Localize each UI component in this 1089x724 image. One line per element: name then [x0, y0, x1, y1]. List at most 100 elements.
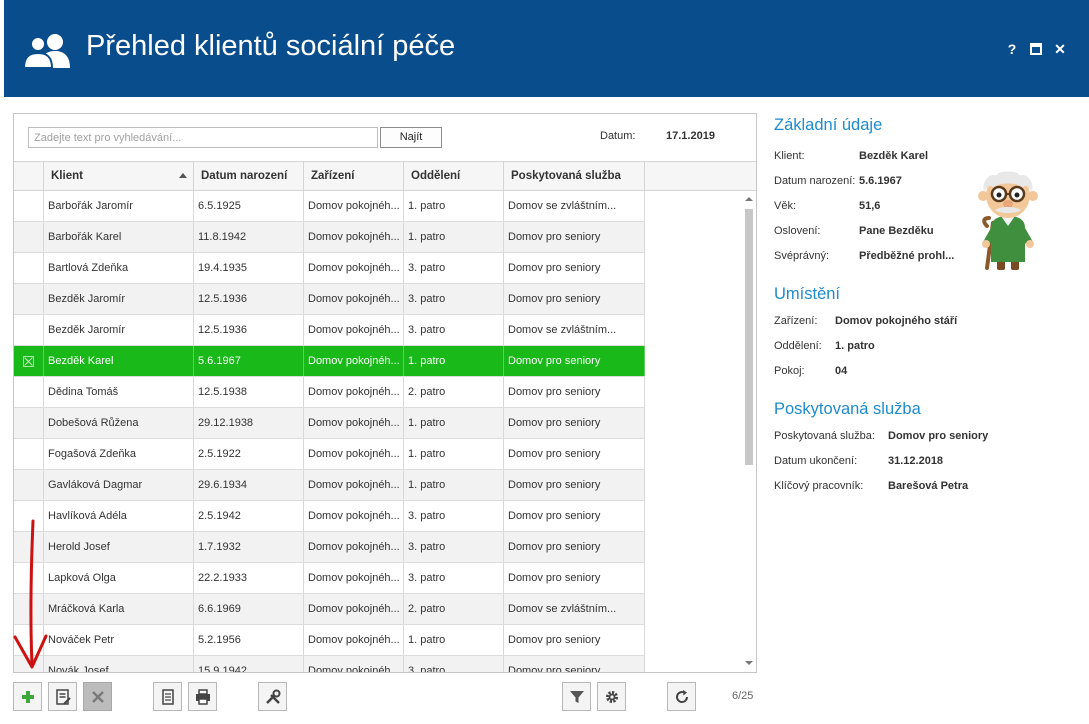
client-cell: Herold Josef: [44, 532, 194, 562]
table-row[interactable]: Mráčková Karla 6.6.1969 Domov pokojnéh... 2…: [14, 594, 645, 625]
client-value: Bezděk Karel: [859, 150, 929, 162]
refresh-button[interactable]: [667, 682, 696, 711]
table-row[interactable]: Bezděk Karel 5.6.1967 Domov pokojnéh... 1. …: [14, 346, 645, 377]
add-button[interactable]: [13, 682, 42, 711]
row-indicator[interactable]: [14, 470, 44, 500]
table-row[interactable]: Dobešová Růžena 29.12.1938 Domov pokojnéh.…: [14, 408, 645, 439]
table-row[interactable]: Fogašová Zdeňka 2.5.1922 Domov pokojnéh...…: [14, 439, 645, 470]
row-indicator[interactable]: [14, 284, 44, 314]
document-button[interactable]: [153, 682, 182, 711]
department-cell: 1. patro: [404, 408, 504, 438]
client-cell: Bezděk Jaromír: [44, 315, 194, 345]
birthdate-cell: 29.6.1934: [194, 470, 304, 500]
service-cell: Domov se zvláštním...: [504, 191, 645, 221]
table-row[interactable]: Bartlová Zdeňka 19.4.1935 Domov pokojnéh..…: [14, 253, 645, 284]
row-indicator[interactable]: [14, 439, 44, 469]
column-header-service[interactable]: Poskytovaná služba: [504, 162, 645, 191]
print-icon: [196, 689, 210, 705]
annotation-arrow-icon: [13, 519, 48, 669]
row-indicator[interactable]: [14, 377, 44, 407]
client-cell: Bartlová Zdeňka: [44, 253, 194, 283]
delete-button[interactable]: [83, 682, 112, 711]
settings-button[interactable]: [597, 682, 626, 711]
row-indicator[interactable]: [14, 315, 44, 345]
table-row[interactable]: Dědina Tomáš 12.5.1938 Domov pokojnéh... 2.…: [14, 377, 645, 408]
table-row[interactable]: Gavláková Dagmar 29.6.1934 Domov pokojnéh.…: [14, 470, 645, 501]
table-row[interactable]: Barbořák Jaromír 6.5.1925 Domov pokojnéh..…: [14, 191, 645, 222]
facility-cell: Domov pokojnéh...: [304, 191, 404, 221]
birthdate-cell: 12.5.1936: [194, 315, 304, 345]
maximize-icon: [1030, 43, 1042, 55]
room-value: 04: [835, 365, 848, 377]
birthdate-value: 5.6.1967: [859, 175, 902, 187]
filter-icon: [570, 691, 584, 703]
row-indicator[interactable]: [14, 346, 44, 376]
service-cell: Domov pro seniory: [504, 408, 645, 438]
service-cell: Domov se zvláštním...: [504, 315, 645, 345]
client-cell: Dobešová Růžena: [44, 408, 194, 438]
scroll-thumb[interactable]: [745, 209, 753, 465]
tools-button[interactable]: [258, 682, 287, 711]
table-row[interactable]: Herold Josef 1.7.1932 Domov pokojnéh... 3. …: [14, 532, 645, 563]
placement-heading: Umístění: [774, 285, 841, 303]
find-button[interactable]: Najít: [380, 127, 442, 148]
department-cell: 3. patro: [404, 315, 504, 345]
vertical-scrollbar[interactable]: [742, 191, 756, 672]
document-icon: [162, 689, 174, 705]
column-header-client[interactable]: Klient: [44, 162, 194, 191]
table-row[interactable]: Bezděk Jaromír 12.5.1936 Domov pokojnéh...…: [14, 284, 645, 315]
tools-icon: [266, 689, 281, 704]
client-grid-panel: Najít Datum: 17.1.2019 Klient Datum naro…: [13, 113, 757, 673]
column-header-label: Klient: [51, 170, 83, 182]
column-header-birthdate[interactable]: Datum narození: [194, 162, 304, 191]
key-worker-value: Barešová Petra: [888, 480, 969, 492]
salutation-value: Pane Bezděku: [859, 225, 934, 237]
print-button[interactable]: [188, 682, 217, 711]
birthdate-cell: 15.9.1942: [194, 656, 304, 672]
users-icon: [24, 34, 70, 68]
table-row[interactable]: Nováček Petr 5.2.1956 Domov pokojnéh... 1. …: [14, 625, 645, 656]
birthdate-cell: 11.8.1942: [194, 222, 304, 252]
client-cell: Bezděk Jaromír: [44, 284, 194, 314]
client-cell: Barbořák Karel: [44, 222, 194, 252]
row-indicator[interactable]: [14, 222, 44, 252]
scroll-down-icon[interactable]: [745, 661, 753, 665]
facility-cell: Domov pokojnéh...: [304, 532, 404, 562]
filter-button[interactable]: [562, 682, 591, 711]
close-button[interactable]: ✕: [1052, 40, 1068, 58]
department-label: Oddělení:: [774, 340, 822, 352]
table-row[interactable]: Lapková Olga 22.2.1933 Domov pokojnéh... 3.…: [14, 563, 645, 594]
help-button[interactable]: ?: [1004, 40, 1020, 58]
service-cell: Domov pro seniory: [504, 625, 645, 655]
search-input[interactable]: [28, 127, 378, 148]
facility-cell: Domov pokojnéh...: [304, 439, 404, 469]
client-cell: Dědina Tomáš: [44, 377, 194, 407]
edit-button[interactable]: [48, 682, 77, 711]
department-cell: 1. patro: [404, 625, 504, 655]
service-label: Poskytovaná služba:: [774, 430, 875, 442]
row-indicator[interactable]: [14, 253, 44, 283]
maximize-button[interactable]: [1028, 40, 1044, 58]
birthdate-cell: 22.2.1933: [194, 563, 304, 593]
facility-cell: Domov pokojnéh...: [304, 408, 404, 438]
table-row[interactable]: Novák Josef 15.9.1942 Domov pokojnéh... 3. …: [14, 656, 645, 672]
settings-icon: [606, 691, 618, 703]
birthdate-cell: 6.6.1969: [194, 594, 304, 624]
column-header-department[interactable]: Oddělení: [404, 162, 504, 191]
birthdate-label: Datum narození:: [774, 175, 856, 187]
client-cell: Mráčková Karla: [44, 594, 194, 624]
column-header-facility[interactable]: Zařízení: [304, 162, 404, 191]
scroll-up-icon[interactable]: [745, 197, 753, 201]
row-indicator[interactable]: [14, 408, 44, 438]
service-cell: Domov pro seniory: [504, 656, 645, 672]
facility-cell: Domov pokojnéh...: [304, 284, 404, 314]
row-indicator[interactable]: [14, 191, 44, 221]
facility-cell: Domov pokojnéh...: [304, 222, 404, 252]
table-row[interactable]: Havlíková Adéla 2.5.1942 Domov pokojnéh...…: [14, 501, 645, 532]
birthdate-cell: 6.5.1925: [194, 191, 304, 221]
delete-icon: [92, 691, 104, 703]
grid-header: Klient Datum narození Zařízení Oddělení …: [14, 161, 756, 191]
table-row[interactable]: Bezděk Jaromír 12.5.1936 Domov pokojnéh...…: [14, 315, 645, 346]
table-row[interactable]: Barbořák Karel 11.8.1942 Domov pokojnéh...…: [14, 222, 645, 253]
facility-label: Zařízení:: [774, 315, 818, 327]
